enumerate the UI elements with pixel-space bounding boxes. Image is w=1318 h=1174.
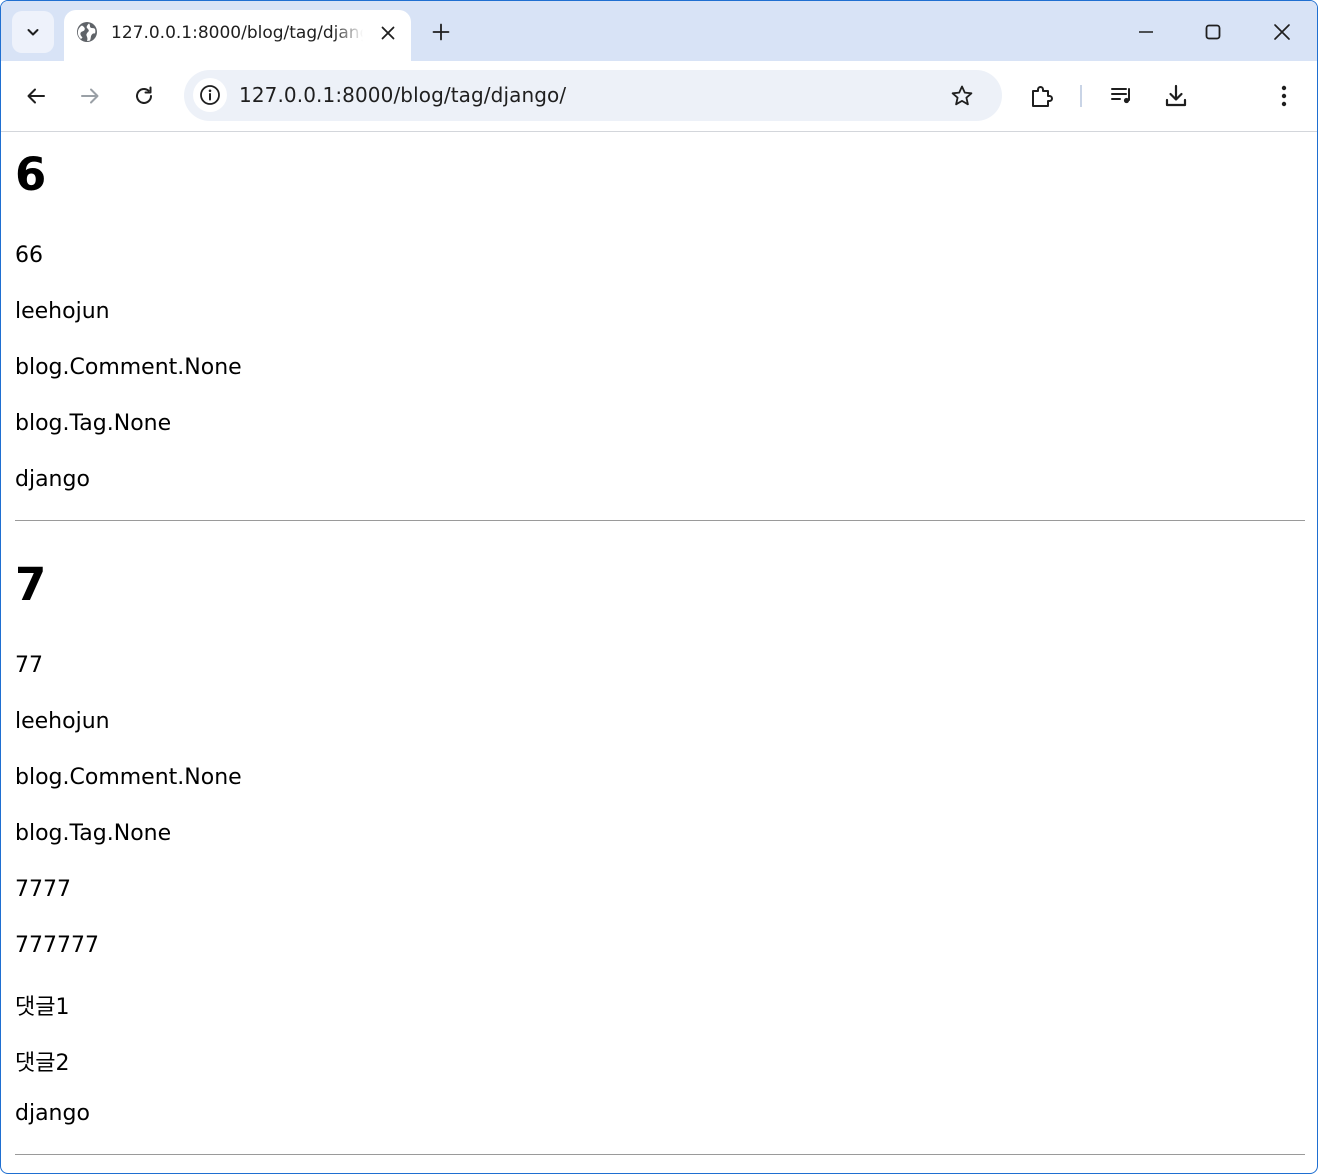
chevron-down-icon [25, 24, 41, 40]
address-bar[interactable]: 127.0.0.1:8000/blog/tag/django/ [184, 70, 1002, 121]
download-icon [1163, 83, 1189, 109]
post-field: blog.Tag.None [15, 411, 172, 436]
globe-icon [76, 21, 98, 43]
post-title: 7 [15, 558, 47, 611]
arrow-left-icon [25, 85, 47, 107]
post-field: 66 [15, 243, 43, 268]
tab-strip: 127.0.0.1:8000/blog/tag/django/ [1, 1, 1317, 61]
minimize-button[interactable] [1126, 13, 1166, 51]
post-comment: 댓글1 [15, 995, 70, 1020]
back-button[interactable] [18, 78, 54, 114]
tab-search-button[interactable] [12, 11, 54, 53]
url-text[interactable]: 127.0.0.1:8000/blog/tag/django/ [239, 83, 566, 107]
maximize-button[interactable] [1193, 13, 1233, 51]
info-icon [199, 84, 221, 106]
browser-toolbar: 127.0.0.1:8000/blog/tag/django/ [1, 61, 1317, 132]
post-divider [15, 1154, 1305, 1155]
post-tag: django [15, 467, 90, 492]
post-title: 6 [15, 148, 47, 201]
bookmark-button[interactable] [948, 82, 976, 110]
kebab-menu-icon [1280, 84, 1288, 108]
toolbar-separator [1080, 85, 1082, 107]
arrow-right-icon [79, 85, 101, 107]
post-divider [15, 520, 1305, 521]
close-icon [1273, 23, 1291, 41]
post-field: 7777 [15, 877, 71, 902]
post-comment: 댓글2 [15, 1051, 70, 1076]
post-field: blog.Comment.None [15, 765, 242, 790]
post-field: 777777 [15, 933, 99, 958]
post-field: 77 [15, 653, 43, 678]
tab-title: 127.0.0.1:8000/blog/tag/django/ [111, 23, 363, 43]
tab-active[interactable]: 127.0.0.1:8000/blog/tag/django/ [64, 10, 411, 61]
close-icon[interactable] [375, 20, 401, 46]
site-info-button[interactable] [193, 78, 227, 112]
browser-window: 127.0.0.1:8000/blog/tag/django/ 127.0.0.… [0, 0, 1318, 1174]
media-controls-button[interactable] [1104, 78, 1140, 114]
forward-button[interactable] [72, 78, 108, 114]
post-tag: django [15, 1101, 90, 1126]
star-icon [950, 84, 974, 108]
reload-icon [133, 85, 155, 107]
reload-button[interactable] [126, 78, 162, 114]
post-author: leehojun [15, 299, 110, 324]
maximize-icon [1205, 24, 1221, 40]
downloads-button[interactable] [1158, 78, 1194, 114]
post-field: blog.Tag.None [15, 821, 172, 846]
browser-menu-button[interactable] [1266, 78, 1302, 114]
new-tab-button[interactable] [426, 17, 456, 47]
puzzle-icon [1029, 83, 1055, 109]
playlist-icon [1109, 83, 1135, 109]
close-window-button[interactable] [1262, 13, 1302, 51]
post-author: leehojun [15, 709, 110, 734]
post-field: blog.Comment.None [15, 355, 242, 380]
extensions-button[interactable] [1024, 78, 1060, 114]
plus-icon [432, 23, 450, 41]
minimize-icon [1138, 24, 1154, 40]
